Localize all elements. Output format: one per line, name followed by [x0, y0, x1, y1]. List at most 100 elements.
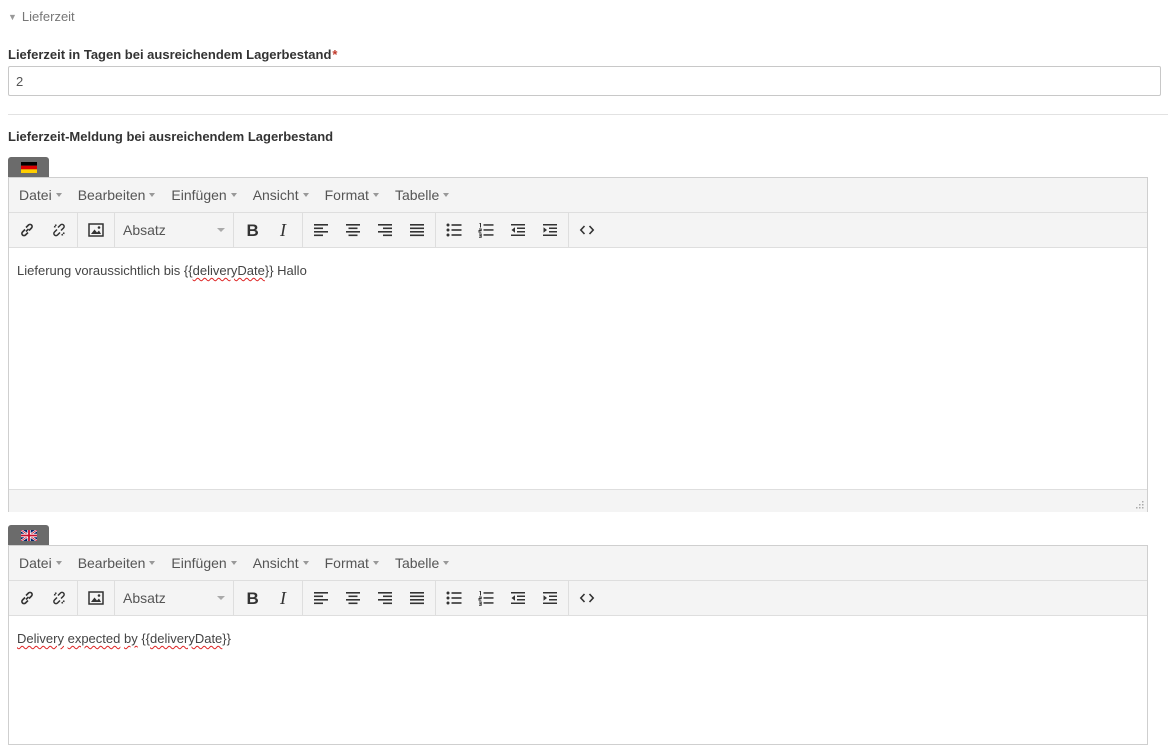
uk-flag-icon	[20, 529, 37, 541]
image-icon	[88, 591, 104, 605]
image-button[interactable]	[80, 215, 112, 245]
language-tab-en[interactable]	[8, 525, 49, 545]
bold-icon: B	[247, 222, 259, 238]
menu-edit-label: Bearbeiten	[77, 187, 146, 203]
align-left-button[interactable]	[305, 215, 337, 245]
toolbar-group-lists	[436, 213, 569, 247]
required-marker: *	[332, 47, 338, 62]
outdent-button[interactable]	[502, 583, 534, 613]
content-placeholder-token: deliveryDate	[150, 631, 223, 646]
resize-handle-icon[interactable]	[1135, 500, 1144, 509]
menu-insert-label: Einfügen	[171, 187, 227, 203]
source-code-button[interactable]	[571, 215, 603, 245]
rich-text-editor-en: Datei Bearbeiten Einfügen Ansicht Format…	[8, 545, 1148, 745]
block-format-value: Absatz	[123, 222, 166, 238]
menu-view[interactable]: Ansicht	[245, 555, 317, 571]
align-center-icon	[346, 224, 360, 237]
numbered-list-button[interactable]	[470, 215, 502, 245]
italic-button[interactable]: I	[268, 215, 300, 245]
menu-file[interactable]: Datei	[11, 187, 70, 203]
editor-content-de[interactable]: Lieferung voraussichtlich bis {{delivery…	[9, 248, 1147, 489]
toolbar-group-image	[78, 581, 115, 615]
chevron-down-icon	[302, 561, 309, 565]
align-center-button[interactable]	[337, 583, 369, 613]
chevron-down-icon	[443, 561, 450, 565]
numbered-list-button[interactable]	[470, 583, 502, 613]
unlink-button[interactable]	[43, 215, 75, 245]
editor-content-en[interactable]: Delivery expected by {{deliveryDate}}	[9, 616, 1147, 746]
content-text: by	[123, 631, 138, 646]
menu-file[interactable]: Datei	[11, 555, 70, 571]
link-button[interactable]	[11, 215, 43, 245]
chevron-down-icon	[372, 561, 379, 565]
menu-table[interactable]: Tabelle	[387, 187, 457, 203]
delivery-days-input[interactable]	[8, 66, 1161, 96]
toolbar-group-align	[303, 213, 436, 247]
source-code-button[interactable]	[571, 583, 603, 613]
block-format-select[interactable]: Absatz	[115, 215, 233, 245]
outdent-button[interactable]	[502, 215, 534, 245]
chevron-down-icon	[372, 193, 379, 197]
toolbar-group-code	[569, 581, 605, 615]
code-icon	[579, 225, 595, 235]
italic-button[interactable]: I	[268, 583, 300, 613]
rich-text-editor-de: Datei Bearbeiten Einfügen Ansicht Format…	[8, 177, 1148, 512]
menu-insert[interactable]: Einfügen	[163, 555, 244, 571]
menu-table-label: Tabelle	[394, 555, 440, 571]
bold-button[interactable]: B	[236, 583, 268, 613]
content-text: Delivery	[17, 631, 64, 646]
editor-menubar: Datei Bearbeiten Einfügen Ansicht Format…	[9, 546, 1147, 581]
align-right-icon	[378, 592, 392, 605]
divider	[8, 114, 1168, 115]
chevron-down-icon	[302, 193, 309, 197]
bullet-list-icon	[446, 591, 462, 605]
align-left-icon	[314, 592, 328, 605]
link-button[interactable]	[11, 583, 43, 613]
align-center-button[interactable]	[337, 215, 369, 245]
align-left-button[interactable]	[305, 583, 337, 613]
indent-icon	[543, 592, 557, 604]
menu-format[interactable]: Format	[317, 187, 387, 203]
italic-icon: I	[279, 590, 287, 606]
block-format-select[interactable]: Absatz	[115, 583, 233, 613]
toolbar-group-format: Absatz	[115, 581, 234, 615]
editor-menubar: Datei Bearbeiten Einfügen Ansicht Format…	[9, 178, 1147, 213]
menu-format[interactable]: Format	[317, 555, 387, 571]
toolbar-group-lists	[436, 581, 569, 615]
align-right-button[interactable]	[369, 583, 401, 613]
menu-file-label: Datei	[19, 187, 52, 203]
section-toggle-lieferzeit[interactable]: ▼ Lieferzeit	[8, 9, 75, 24]
language-tab-de[interactable]	[8, 157, 49, 177]
toolbar-group-align	[303, 581, 436, 615]
menu-edit[interactable]: Bearbeiten	[70, 555, 164, 571]
indent-icon	[543, 224, 557, 236]
bullet-list-button[interactable]	[438, 215, 470, 245]
chevron-down-icon	[217, 596, 225, 600]
indent-button[interactable]	[534, 583, 566, 613]
indent-button[interactable]	[534, 215, 566, 245]
align-right-button[interactable]	[369, 215, 401, 245]
menu-insert[interactable]: Einfügen	[163, 187, 244, 203]
menu-table[interactable]: Tabelle	[387, 555, 457, 571]
link-icon	[21, 223, 33, 237]
menu-insert-label: Einfügen	[171, 555, 227, 571]
content-text: {{	[141, 631, 151, 646]
link-icon	[21, 591, 33, 605]
bullet-list-button[interactable]	[438, 583, 470, 613]
align-justify-button[interactable]	[401, 215, 433, 245]
delivery-days-label-text: Lieferzeit in Tagen bei ausreichendem La…	[8, 47, 332, 62]
chevron-down-icon	[230, 193, 237, 197]
caret-down-icon: ▼	[8, 11, 17, 22]
bold-button[interactable]: B	[236, 215, 268, 245]
editor-toolbar: Absatz B I	[9, 581, 1147, 616]
content-text: Lieferung voraussichtlich bis {{	[17, 263, 193, 278]
menu-edit[interactable]: Bearbeiten	[70, 187, 164, 203]
outdent-icon	[511, 224, 525, 236]
menu-view[interactable]: Ansicht	[245, 187, 317, 203]
unlink-button[interactable]	[43, 583, 75, 613]
numbered-list-icon	[478, 223, 494, 238]
image-button[interactable]	[80, 583, 112, 613]
editor-statusbar	[9, 489, 1147, 512]
align-justify-button[interactable]	[401, 583, 433, 613]
chevron-down-icon	[149, 561, 156, 565]
